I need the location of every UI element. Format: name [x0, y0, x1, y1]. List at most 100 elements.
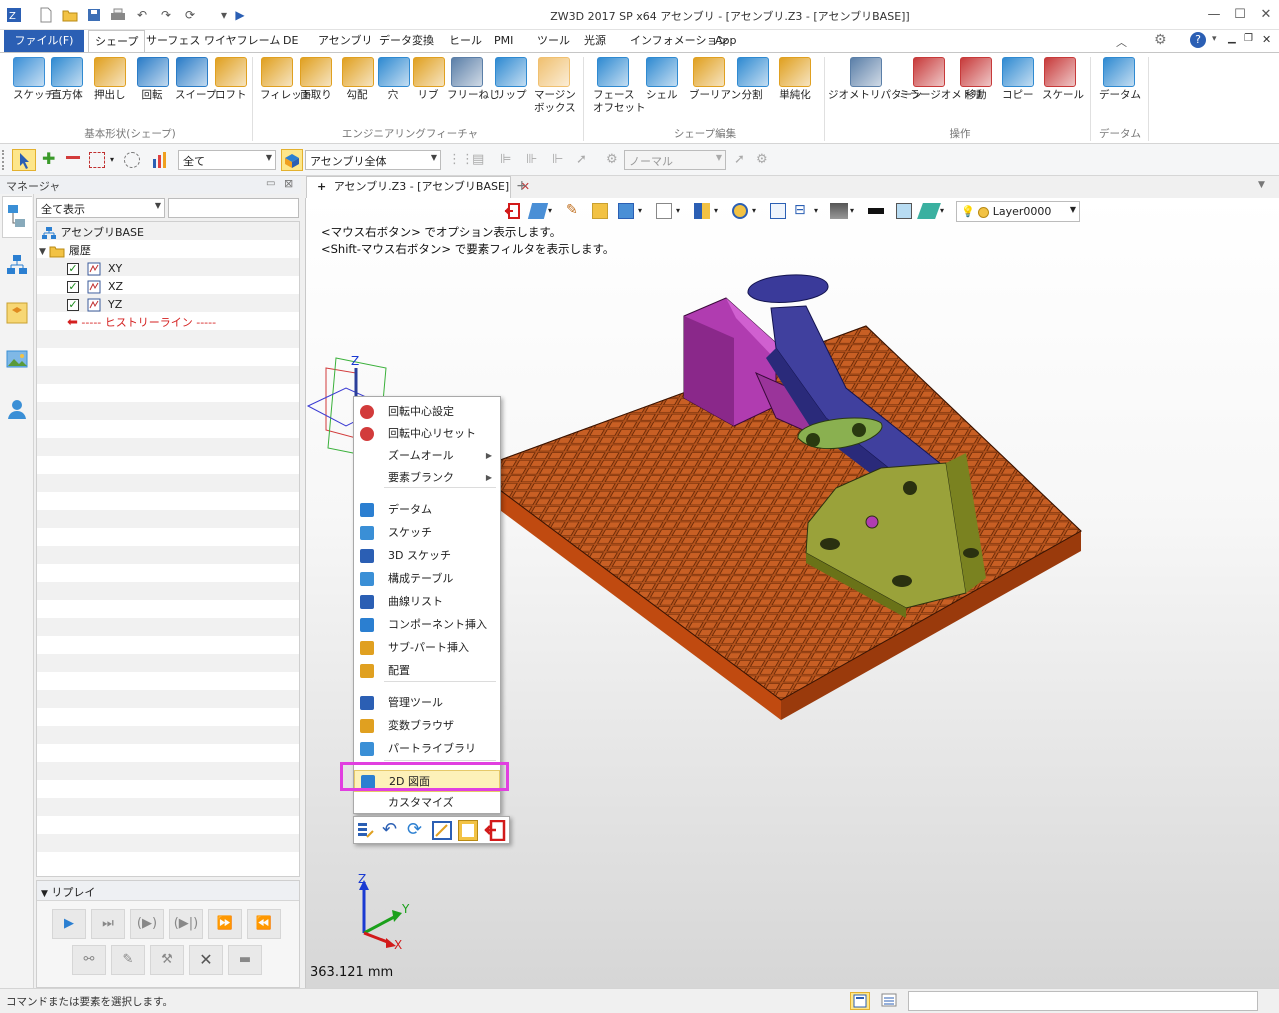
wireframe-box-icon[interactable]: [656, 203, 672, 219]
tab-de[interactable]: DE: [277, 30, 304, 52]
chevron-down-icon[interactable]: ▾: [638, 206, 642, 215]
new-file-icon[interactable]: [38, 7, 54, 23]
filter-combo[interactable]: 全て ▼: [178, 150, 276, 170]
menu-item-config-table[interactable]: 構成テーブル: [354, 568, 500, 590]
menu-item-variable-browser[interactable]: 変数ブラウザ: [354, 715, 500, 737]
user-icon[interactable]: [6, 398, 28, 420]
ribbon-button-chamfer[interactable]: 面取り: [299, 57, 333, 127]
print-icon[interactable]: [110, 7, 126, 23]
eraser-icon[interactable]: ✎: [566, 202, 578, 218]
lasso-select-icon[interactable]: [124, 152, 140, 168]
menu-item-curve-list[interactable]: 曲線リスト: [354, 591, 500, 613]
open-file-icon[interactable]: [62, 7, 78, 23]
minimize-button[interactable]: —: [1202, 5, 1226, 25]
assembly-manager-icon[interactable]: [6, 254, 28, 276]
zoom-window-icon[interactable]: [770, 203, 786, 219]
tree-item-xy[interactable]: ✓ XY: [67, 260, 122, 278]
command-input[interactable]: [908, 991, 1258, 1011]
history-manager-icon[interactable]: [2, 196, 32, 238]
ribbon-button-fillet[interactable]: フィレット: [260, 57, 312, 127]
ribbon-button-lip[interactable]: リップ: [495, 57, 527, 127]
chevron-down-icon[interactable]: ▾: [752, 206, 756, 215]
display-mode-icon[interactable]: [618, 203, 634, 219]
settings-icon[interactable]: ⚙: [1154, 32, 1167, 48]
tree-item-yz[interactable]: ✓ YZ: [67, 296, 122, 314]
doc-minimize-icon[interactable]: ▁: [1228, 33, 1236, 44]
filter-icon[interactable]: [152, 151, 170, 169]
doc-restore-icon[interactable]: ❐: [1244, 33, 1253, 44]
view-orient-icon[interactable]: [527, 203, 549, 219]
line-weight-icon[interactable]: [868, 208, 884, 214]
menu-item-datum[interactable]: データム: [354, 499, 500, 521]
delete-button[interactable]: ✕: [189, 945, 223, 975]
ribbon-button-thread[interactable]: フリーねじ: [447, 57, 500, 127]
ribbon-button-sweep[interactable]: スイープ: [175, 57, 216, 127]
box-select-icon[interactable]: [89, 152, 105, 168]
ribbon-button-revolve[interactable]: 回転: [137, 57, 169, 127]
tab-data-conversion[interactable]: データ変換: [373, 30, 440, 52]
ribbon-button-scale[interactable]: スケール: [1042, 57, 1084, 127]
run-icon[interactable]: ▶: [232, 7, 248, 23]
ribbon-button-sketch[interactable]: スケッチ: [13, 57, 55, 127]
play-button[interactable]: ▶: [52, 909, 86, 939]
fast-forward-button[interactable]: ⏩: [208, 909, 242, 939]
tab-tools[interactable]: ツール: [531, 30, 576, 52]
refresh-icon[interactable]: ⟳: [407, 819, 422, 840]
rewind-button[interactable]: ⏪: [247, 909, 281, 939]
manager-search-input[interactable]: [168, 198, 299, 218]
help-icon[interactable]: ?: [1190, 32, 1206, 48]
exit-icon[interactable]: [484, 819, 506, 842]
doc-close-icon[interactable]: ✕: [1262, 33, 1271, 46]
ribbon-button-move[interactable]: 移動: [960, 57, 992, 127]
tab-app[interactable]: App: [709, 30, 743, 52]
display-filter-combo[interactable]: 全て表示 ▼: [36, 198, 165, 218]
ribbon-button-box[interactable]: 直方体: [50, 57, 84, 127]
chevron-down-icon[interactable]: ▼: [39, 247, 46, 257]
chevron-down-icon[interactable]: ▼: [41, 889, 48, 899]
chevron-down-icon[interactable]: ▾: [850, 206, 854, 215]
save-icon[interactable]: [86, 7, 102, 23]
tab-lighting[interactable]: 光源: [578, 30, 612, 52]
assembly-scope-icon[interactable]: [281, 149, 303, 171]
ribbon-button-boolean[interactable]: ブーリアン: [689, 57, 741, 127]
link-button[interactable]: ⚯: [72, 945, 106, 975]
layer-combo[interactable]: 💡 Layer0000 ▼: [956, 201, 1080, 222]
tab-pmi[interactable]: PMI: [488, 30, 519, 52]
tree-item-assembly-base[interactable]: アセンブリBASE: [41, 224, 144, 242]
document-tab[interactable]: + アセンブリ.Z3 - [アセンブリBASE] ✕: [306, 176, 530, 198]
add-selection-icon[interactable]: ✚: [42, 149, 58, 168]
chevron-down-icon[interactable]: ▾: [714, 206, 718, 215]
menu-item-sketch[interactable]: スケッチ: [354, 522, 500, 544]
tree-item-history[interactable]: ▼ 履歴: [39, 242, 91, 260]
help-dropdown-icon[interactable]: ▾: [1212, 34, 1217, 44]
edit-button[interactable]: ✎: [111, 945, 145, 975]
section-view-icon[interactable]: ⊟: [794, 202, 806, 218]
menu-item-rotate-center[interactable]: 回転中心設定: [354, 401, 500, 423]
pick-tool-icon[interactable]: [12, 149, 36, 171]
remove-selection-icon[interactable]: [66, 156, 80, 159]
step-forward-button[interactable]: ⏭: [91, 909, 125, 939]
ribbon-button-datum[interactable]: データム: [1099, 57, 1141, 127]
tab-assembly[interactable]: アセンブリ: [312, 30, 378, 52]
view-manager-icon[interactable]: [6, 302, 28, 324]
lightbulb-icon[interactable]: 💡: [961, 205, 975, 218]
undo-icon[interactable]: ↶: [382, 819, 397, 840]
render-mode-icon[interactable]: [694, 203, 710, 219]
redo-icon[interactable]: ↷: [158, 7, 174, 23]
visibility-checkbox[interactable]: ✓: [67, 281, 79, 293]
exit-icon[interactable]: [504, 203, 520, 219]
ribbon-button-mirror[interactable]: ミラージオメトリ: [899, 57, 983, 127]
ribbon-button-draft[interactable]: 勾配: [342, 57, 374, 127]
background-icon[interactable]: [830, 203, 848, 219]
tools-button[interactable]: ⚒: [150, 945, 184, 975]
menu-item-customize[interactable]: カスタマイズ: [354, 792, 500, 814]
ribbon-button-extrude[interactable]: 押出し: [94, 57, 126, 127]
menu-item-submenu-2[interactable]: ズームオール ▶: [354, 445, 500, 467]
tree-item-xz[interactable]: ✓ XZ: [67, 278, 123, 296]
tab-file[interactable]: ファイル(F): [4, 30, 84, 52]
tab-surface[interactable]: サーフェス: [140, 30, 206, 52]
list-edit-icon[interactable]: [357, 821, 375, 839]
refresh-icon[interactable]: ⟳: [182, 7, 198, 23]
ribbon-button-loft[interactable]: ロフト: [215, 57, 247, 127]
color-icon[interactable]: [896, 203, 912, 219]
